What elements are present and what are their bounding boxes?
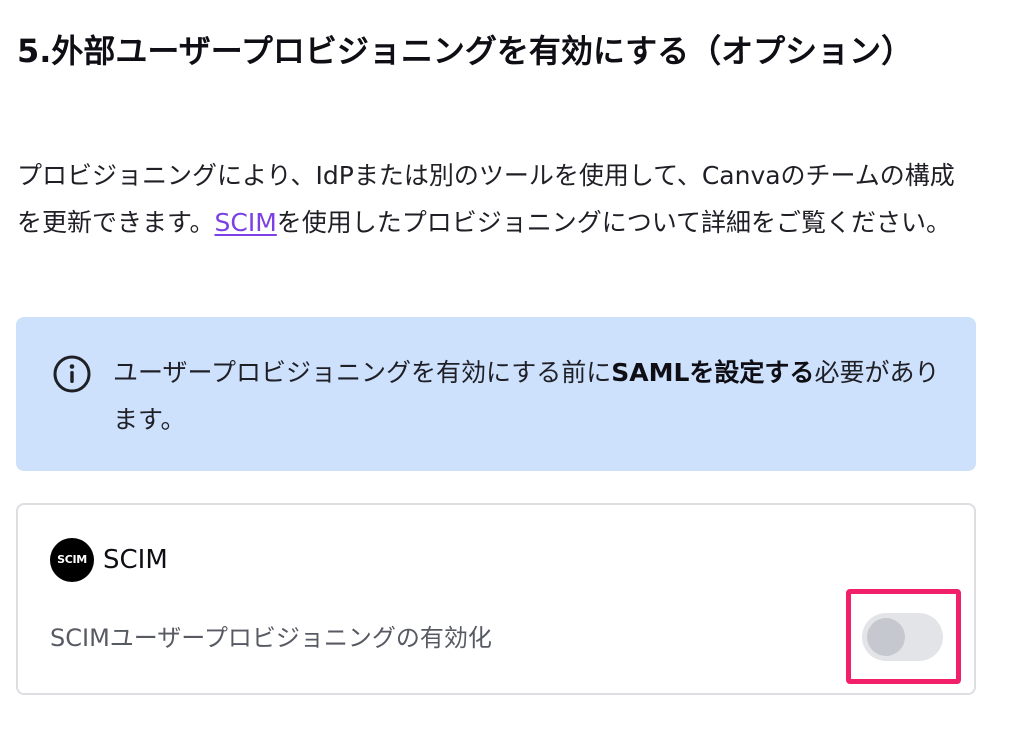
saml-required-notice: ユーザープロビジョニングを有効にする前にSAMLを設定する必要があります。 <box>16 317 976 471</box>
provisioning-description: プロビジョニングにより、IdPまたは別のツールを使用して、Canvaのチームの構… <box>17 152 977 246</box>
scim-toggle-label: SCIMユーザープロビジョニングの有効化 <box>50 624 492 652</box>
scim-settings-page: 5.外部ユーザープロビジョニングを有効にする（オプション） プロビジョニングによ… <box>0 0 1022 748</box>
info-icon <box>53 355 91 393</box>
notice-text-before: ユーザープロビジョニングを有効にする前に <box>113 358 612 387</box>
scim-link[interactable]: SCIM <box>215 208 277 237</box>
scim-card: SCIM SCIM SCIMユーザープロビジョニングの有効化 <box>16 503 976 695</box>
description-text-after-link: を使用したプロビジョニングについて詳細をご覧ください。 <box>276 208 952 237</box>
scim-provisioning-toggle[interactable] <box>862 613 943 661</box>
scim-logo-icon: SCIM <box>50 538 94 582</box>
section-heading: 5.外部ユーザープロビジョニングを有効にする（オプション） <box>17 32 914 70</box>
scim-card-title: SCIM <box>103 545 168 575</box>
notice-text-bold: SAMLを設定する <box>611 358 815 387</box>
toggle-knob <box>867 618 905 656</box>
notice-message: ユーザープロビジョニングを有効にする前にSAMLを設定する必要があります。 <box>113 349 953 443</box>
